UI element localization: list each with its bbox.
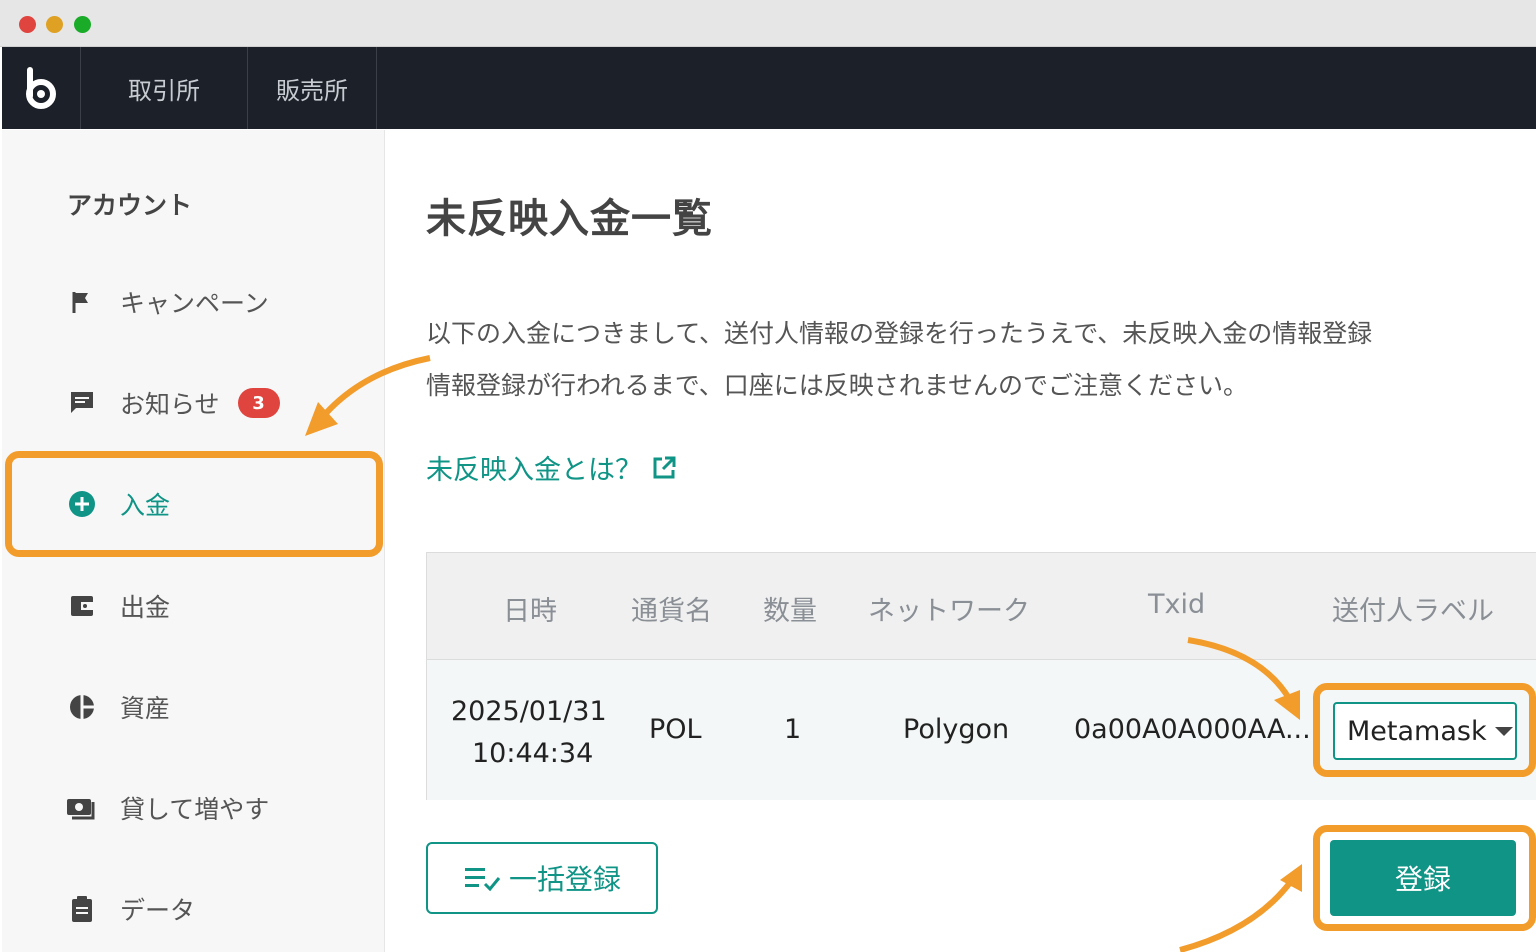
window-titlebar bbox=[0, 0, 1536, 47]
flag-icon bbox=[66, 286, 98, 318]
sidebar-item-label: データ bbox=[120, 896, 196, 925]
sidebar-item-label: お知らせ bbox=[120, 390, 220, 419]
bulk-register-label: 一括登録 bbox=[508, 863, 621, 896]
highlight-frame-sender-label bbox=[1313, 683, 1536, 777]
info-link-label: 未反映入金とは？ bbox=[426, 455, 642, 486]
close-window-button[interactable] bbox=[19, 16, 36, 33]
cell-quantity: 1 bbox=[784, 714, 802, 745]
minimize-window-button[interactable] bbox=[46, 16, 63, 33]
column-header-sender-label: 送付人ラベル bbox=[1332, 596, 1494, 627]
description-line: 以下の入金につきまして、送付人情報の登録を行ったうえで、未反映入金の情報登録 bbox=[426, 319, 1373, 348]
checklist-icon bbox=[464, 868, 501, 892]
sidebar-item-data[interactable]: データ bbox=[66, 889, 195, 929]
sidebar-item-campaign[interactable]: キャンペーン bbox=[66, 282, 269, 322]
cell-network: Polygon bbox=[903, 714, 1010, 745]
clipboard-icon bbox=[66, 893, 98, 925]
sidebar-item-lending[interactable]: 貸して増やす bbox=[66, 788, 269, 828]
sidebar-item-label: キャンペーン bbox=[120, 289, 269, 318]
sidebar-item-label: 貸して増やす bbox=[120, 795, 270, 824]
page-description: 以下の入金につきまして、送付人情報の登録を行ったうえで、未反映入金の情報登録 情… bbox=[426, 308, 1372, 412]
lend-icon bbox=[66, 792, 98, 824]
sidebar-item-assets[interactable]: 資産 bbox=[66, 687, 170, 727]
column-header-network: ネットワーク bbox=[868, 596, 1030, 627]
bulk-register-button[interactable]: 一括登録 bbox=[426, 842, 658, 914]
nav-exchange[interactable]: 取引所 bbox=[81, 47, 248, 129]
sidebar-item-label: 出金 bbox=[120, 593, 171, 622]
sidebar-heading: アカウント bbox=[67, 191, 193, 220]
unreflected-deposit-info-link[interactable]: 未反映入金とは？ bbox=[426, 448, 678, 487]
sidebar-item-notice[interactable]: お知らせ 3 bbox=[66, 383, 280, 423]
highlight-frame-register bbox=[1313, 825, 1536, 931]
sidebar-item-withdraw[interactable]: 出金 bbox=[66, 586, 170, 626]
cell-time: 10:44:34 bbox=[472, 738, 594, 769]
page-title: 未反映入金一覧 bbox=[426, 196, 713, 242]
maximize-window-button[interactable] bbox=[74, 16, 91, 33]
column-header-datetime: 日時 bbox=[503, 596, 557, 627]
column-header-quantity: 数量 bbox=[763, 596, 817, 627]
table-header: 日時 通貨名 数量 ネットワーク Txid 送付人ラベル bbox=[427, 553, 1536, 659]
cell-currency: POL bbox=[649, 714, 702, 745]
description-line: 情報登録が行われるまで、口座には反映されませんのでご注意ください。 bbox=[426, 371, 1249, 400]
external-link-icon bbox=[653, 456, 676, 478]
brand-logo[interactable] bbox=[2, 47, 81, 129]
notification-count-badge: 3 bbox=[237, 388, 280, 418]
brand-logo-icon bbox=[26, 67, 56, 109]
column-header-currency: 通貨名 bbox=[631, 596, 712, 627]
nav-sales[interactable]: 販売所 bbox=[248, 47, 377, 129]
sidebar-item-label: 資産 bbox=[120, 694, 171, 723]
wallet-icon bbox=[66, 590, 98, 622]
top-navigation: 取引所 販売所 bbox=[2, 47, 1536, 129]
cell-txid[interactable]: 0a00A0A000AA... bbox=[1074, 714, 1311, 745]
pie-chart-icon bbox=[66, 691, 98, 723]
message-icon bbox=[66, 387, 98, 419]
cell-date: 2025/01/31 bbox=[451, 696, 607, 727]
column-header-txid: Txid bbox=[1148, 589, 1206, 620]
highlight-frame-deposit bbox=[5, 451, 383, 557]
